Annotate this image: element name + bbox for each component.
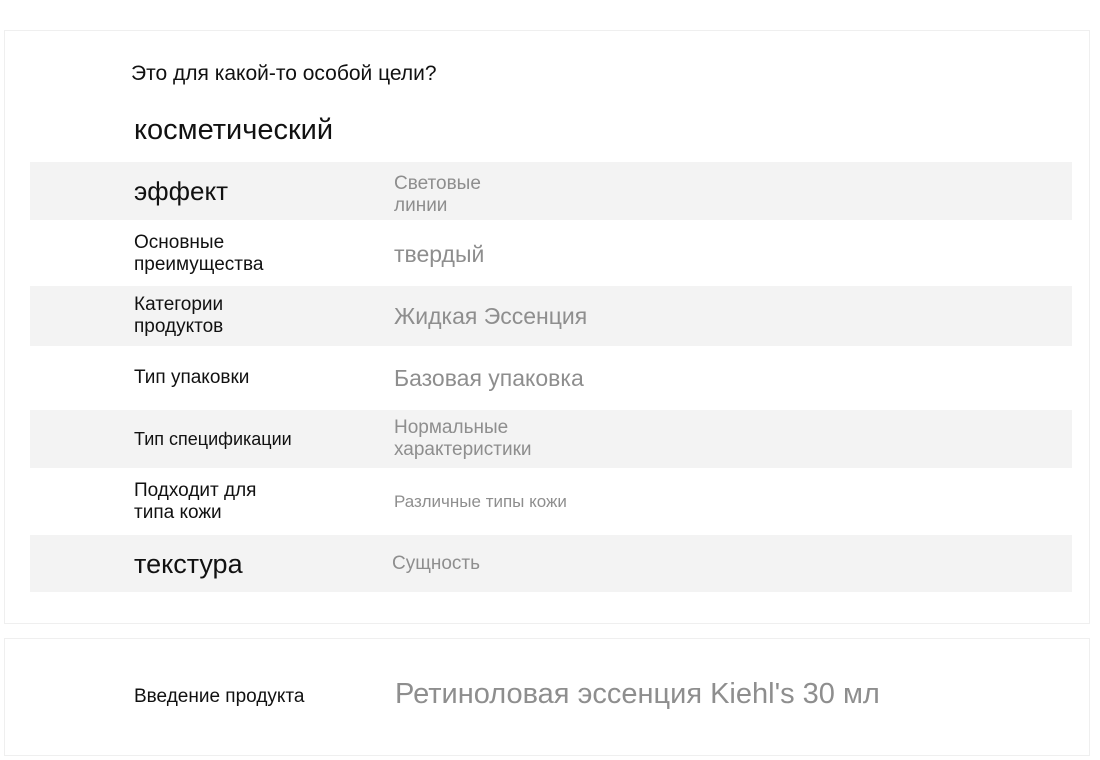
attribute-row-specification-type: Тип спецификации Нормальные характеристи… [30,410,1072,468]
attribute-row-product-category: Категории продуктов Жидкая Эссенция [30,286,1072,346]
attribute-label: Категории продуктов [134,294,224,337]
attribute-value: твердый [394,241,485,267]
purpose-question: Это для какой-то особой цели? [131,62,437,85]
attribute-row-main-benefits: Основные преимущества твердый [30,224,1072,284]
attribute-value: Сущность [392,552,481,574]
attribute-label: эффект [134,176,229,206]
attribute-label: текстура [134,548,243,579]
purpose-answer: косметический [134,114,334,146]
attribute-value: Базовая упаковка [394,365,584,391]
attribute-label: Подходит для типа кожи [134,480,257,523]
introduction-label: Введение продукта [134,686,305,707]
attribute-value: Нормальные характеристики [394,417,532,460]
attribute-row-effect: эффект Световые линии [30,162,1072,220]
attribute-value: Световые линии [394,173,481,216]
attribute-row-skin-type: Подходит для типа кожи Различные типы ко… [30,472,1072,532]
attribute-label: Тип упаковки [134,367,250,388]
attribute-label: Основные преимущества [134,232,264,275]
attribute-row-texture: текстура Сущность [30,535,1072,592]
attribute-label: Тип спецификации [134,429,292,449]
attribute-row-packaging-type: Тип упаковки Базовая упаковка [30,348,1072,408]
introduction-value: Ретиноловая эссенция Kiehl's 30 мл [395,678,880,710]
attribute-value: Различные типы кожи [394,492,567,511]
attribute-value: Жидкая Эссенция [394,303,588,329]
